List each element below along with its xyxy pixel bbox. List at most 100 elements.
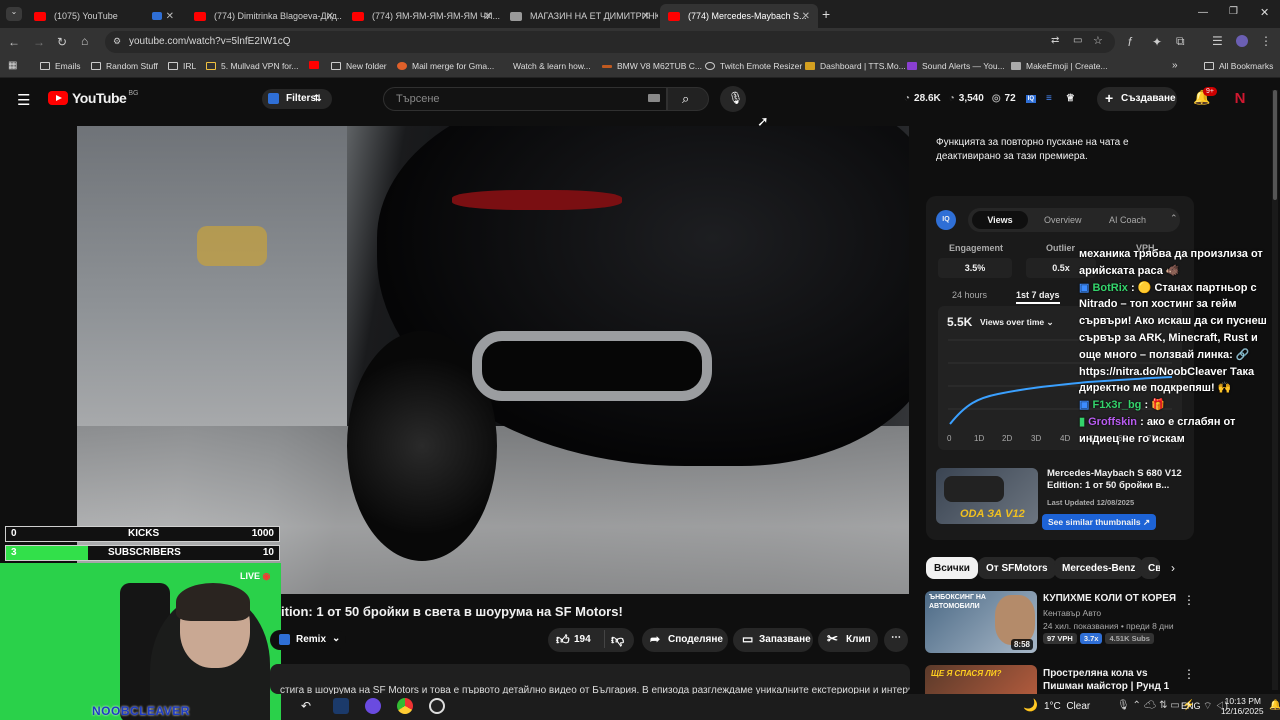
bookmark-new-folder[interactable]: New folder — [331, 61, 387, 71]
range-first-7-days[interactable]: 1st 7 days — [1016, 290, 1060, 304]
bookmark-irl[interactable]: IRL — [168, 61, 196, 71]
address-bar[interactable]: ⚙ youtube.com/watch?v=5lnfE2IW1cQ ⇄ ▭ ☆ — [105, 31, 1115, 53]
more-vert-icon[interactable]: ⋮ — [1183, 667, 1195, 681]
filters-button[interactable]: Filters ⇅ — [262, 89, 332, 109]
home-icon[interactable]: ⌂ — [81, 34, 88, 48]
close-icon[interactable]: ✕ — [484, 11, 492, 22]
iq-icon — [279, 634, 290, 645]
close-icon[interactable]: ✕ — [166, 11, 174, 22]
forward-icon[interactable]: → — [33, 35, 45, 49]
browser-tab-4[interactable]: МАГАЗИН НА ЕТ ДИМИТРИНК... ✕ — [502, 4, 658, 28]
menu-icon[interactable]: ⋮ — [1260, 34, 1272, 48]
range-24-hours[interactable]: 24 hours — [952, 290, 987, 300]
more-bookmarks-icon[interactable]: » — [1172, 60, 1178, 71]
bookmark-star-icon[interactable]: ☆ — [1093, 34, 1103, 47]
browser-tab-5-active[interactable]: (774) Mercedes-Maybach S... ✕ — [660, 4, 818, 28]
bookmark-emails[interactable]: Emails — [40, 61, 81, 71]
chip-all[interactable]: Всички — [926, 557, 978, 579]
clip-button[interactable]: ✂ Клип — [818, 628, 878, 652]
new-tab-icon[interactable]: + — [822, 6, 830, 22]
language-indicator[interactable]: ENG — [1181, 701, 1201, 711]
bookmark-bmw[interactable]: BMW V8 M62TUB C... — [602, 61, 702, 71]
chrome-icon[interactable] — [397, 698, 413, 714]
recommendation-title[interactable]: Простреляна кола vs Пишман майстор | Рун… — [1043, 667, 1183, 693]
steam-icon[interactable] — [333, 698, 349, 714]
close-window-icon[interactable]: ✕ — [1260, 6, 1269, 19]
scrollbar[interactable] — [1272, 90, 1278, 690]
live-badge: LIVE ◉ — [240, 571, 271, 581]
notifications-button[interactable]: 🔔 9+ — [1193, 87, 1217, 106]
bookmark-youtube[interactable] — [309, 61, 324, 69]
minimize-icon[interactable]: — — [1198, 7, 1208, 18]
bookmark-watch-learn[interactable]: Watch & learn how... — [498, 61, 591, 71]
cast-icon[interactable]: ▭ — [1073, 35, 1082, 46]
remix-button[interactable]: Remix ⌄ — [270, 630, 346, 650]
bookmark-mail-merge[interactable]: Mail merge for Gma... — [397, 61, 494, 71]
keyboard-icon[interactable] — [648, 94, 660, 102]
profile-avatar[interactable] — [1236, 35, 1248, 47]
thumbs-down-icon[interactable]: 👎︎ — [611, 632, 624, 648]
hamburger-menu-icon[interactable]: ☰ — [17, 91, 30, 109]
more-actions-button[interactable]: ⋯ — [884, 628, 908, 652]
bookmark-mullvad[interactable]: 5. Mullvad VPN for... — [206, 61, 298, 71]
clock[interactable]: 10:13 PM 12/16/2025 — [1221, 696, 1264, 716]
bookmark-tts-dashboard[interactable]: Dashboard | TTS.Mo... — [805, 61, 906, 71]
tab-overview[interactable]: Overview — [1044, 215, 1082, 225]
bookmark-twitch-emote[interactable]: Twitch Emote Resizer — [705, 61, 802, 71]
recommendation-title[interactable]: КУПИХМЕ КОЛИ ОТ КОРЕЯ — [1043, 593, 1176, 604]
apps-grid-icon[interactable]: ▦ — [8, 60, 17, 71]
recommendation-thumbnail[interactable]: ЪНБОКСИНГ НА АВТОМОБИЛИ 8:58 — [925, 591, 1037, 653]
close-icon[interactable]: ✕ — [642, 11, 650, 22]
voice-search-button[interactable]: 🎙 — [720, 86, 746, 112]
thumbs-up-icon[interactable]: 👍︎ — [556, 632, 570, 648]
chip-more[interactable]: Св — [1140, 557, 1160, 579]
share-button[interactable]: ➦ Споделяне — [642, 628, 728, 652]
more-vert-icon[interactable]: ⋮ — [1183, 593, 1195, 607]
see-similar-thumbnails-button[interactable]: See similar thumbnails ↗ — [1042, 514, 1157, 530]
list-icon[interactable]: ≡ — [1046, 93, 1052, 104]
tab-ai-coach[interactable]: AI Coach — [1109, 215, 1146, 225]
chevron-right-icon[interactable]: › — [1171, 561, 1175, 575]
restore-icon[interactable]: ❐ — [1229, 6, 1238, 17]
browser-tab-3[interactable]: (774) ЯМ-ЯМ-ЯМ-ЯМ-ЯМ ЧИ... ✕ — [344, 4, 500, 28]
account-avatar[interactable]: N — [1231, 90, 1249, 108]
recommendation-channel[interactable]: Кентавър Авто — [1043, 608, 1101, 618]
bookmark-random-stuff[interactable]: Random Stuff — [91, 61, 158, 71]
browser-tab-2[interactable]: (774) Dimitrinka Blagoeva-Дид... ✕ — [186, 4, 342, 28]
trophy-icon[interactable]: ♕ — [1066, 93, 1075, 104]
all-bookmarks[interactable]: All Bookmarks — [1204, 61, 1273, 71]
youtube-logo[interactable]: YouTube BG — [48, 90, 138, 106]
save-button[interactable]: ▭ Запазване — [733, 628, 813, 652]
description-box[interactable]: стига в шоурума на SF Motors и това е пъ… — [270, 664, 910, 694]
video-player[interactable] — [77, 126, 909, 594]
discord-icon[interactable] — [365, 698, 381, 714]
tab-views[interactable]: Views — [972, 211, 1028, 229]
taskbar-app-icon[interactable]: ↶ — [301, 699, 311, 713]
search-button[interactable]: ⌕ — [667, 87, 709, 111]
reading-list-icon[interactable]: ☰ — [1212, 34, 1223, 48]
bookmark-sound-alerts[interactable]: Sound Alerts — You... — [907, 61, 1005, 71]
chip-mercedes-benz[interactable]: Mercedes-Benz — [1054, 557, 1144, 579]
bookmark-makeemoji[interactable]: MakeEmoji | Create... — [1011, 61, 1108, 71]
scrollbar-thumb[interactable] — [1273, 90, 1277, 200]
iq-icon[interactable]: IQ — [1025, 94, 1037, 103]
extension-icon[interactable]: ✦ — [1152, 35, 1162, 49]
obs-icon[interactable] — [429, 698, 445, 714]
close-icon[interactable]: ✕ — [802, 11, 810, 22]
reload-icon[interactable]: ↻ — [57, 35, 67, 49]
notification-center-icon[interactable]: 🔔 — [1269, 700, 1280, 711]
weather-text[interactable]: 1°C Clear — [1044, 701, 1090, 712]
site-info-icon[interactable]: ⚙ — [113, 36, 121, 47]
promo-thumbnail[interactable]: ODA ЗА V12 — [936, 468, 1038, 524]
tab-list-icon[interactable]: ⌄ — [6, 7, 22, 21]
browser-tab-1[interactable]: (1075) YouTube ✕ — [26, 4, 182, 28]
collapse-icon[interactable]: ⌃ — [1170, 213, 1178, 224]
extension-f-icon[interactable]: f — [1128, 35, 1131, 49]
puzzle-icon[interactable]: ⧉ — [1176, 34, 1185, 49]
close-icon[interactable]: ✕ — [326, 11, 334, 22]
search-input[interactable]: Търсене — [383, 87, 667, 111]
back-icon[interactable]: ← — [8, 35, 20, 49]
create-button[interactable]: + Създаване — [1097, 87, 1177, 111]
translate-icon[interactable]: ⇄ — [1051, 35, 1059, 46]
chip-from-sfmotors[interactable]: От SFMotors — [978, 557, 1056, 579]
